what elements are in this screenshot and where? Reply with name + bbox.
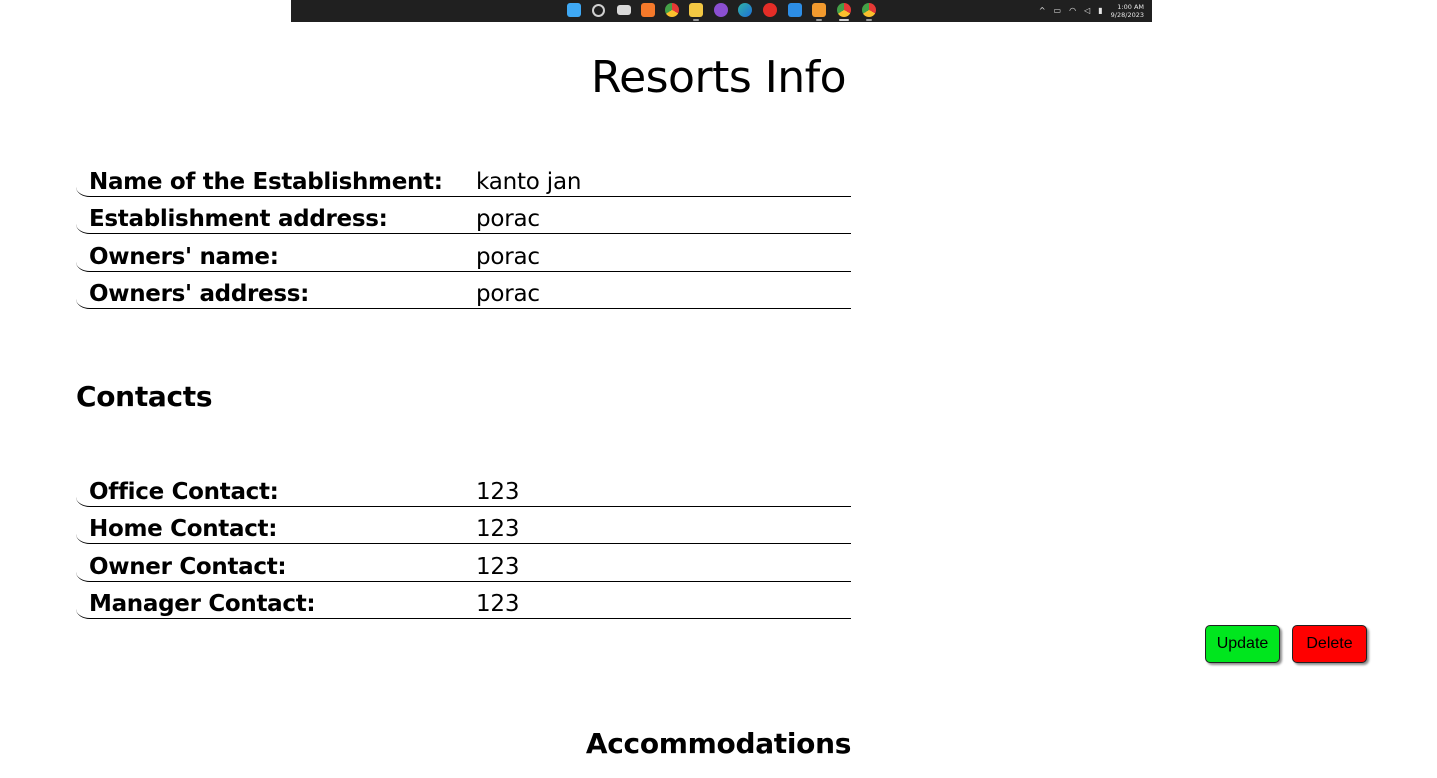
running-indicator — [693, 19, 699, 21]
contact-label: Owner Contact: — [89, 553, 287, 580]
volume-icon[interactable]: ◁ — [1084, 7, 1090, 15]
contact-row-office: Office Contact: 123 — [76, 469, 851, 507]
info-row-establishment-address: Establishment address: porac — [76, 197, 851, 234]
info-value: porac — [476, 206, 540, 232]
contact-label: Home Contact: — [89, 516, 278, 542]
info-label: Name of the Establishment: — [89, 168, 443, 195]
info-label: Owners' address: — [89, 281, 310, 307]
system-tray: ^ ▭ ◠ ◁ ▮ 1:00 AM 9/28/2023 — [1039, 0, 1144, 22]
info-row-establishment-name: Name of the Establishment: kanto jan — [76, 159, 851, 197]
clock-time: 1:00 AM — [1117, 3, 1144, 11]
update-button[interactable]: Update — [1205, 625, 1280, 663]
establishment-info: Name of the Establishment: kanto jan Est… — [76, 159, 851, 309]
info-value: kanto jan — [476, 168, 582, 195]
search-icon[interactable] — [592, 4, 605, 17]
accommodations-heading: Accommodations — [585, 727, 852, 760]
contact-value: 123 — [476, 591, 520, 617]
battery-icon[interactable]: ▮ — [1098, 7, 1102, 15]
wifi-icon[interactable]: ◠ — [1069, 7, 1076, 15]
contact-value: 123 — [476, 553, 520, 580]
info-label: Owners' name: — [89, 243, 279, 270]
contact-label: Office Contact: — [89, 478, 279, 505]
contacts-heading: Contacts — [76, 380, 213, 413]
running-indicator — [866, 19, 872, 21]
youtube-icon[interactable] — [763, 3, 777, 17]
running-indicator — [816, 19, 822, 21]
clock[interactable]: 1:00 AM 9/28/2023 — [1111, 3, 1144, 19]
chrome-alt-icon[interactable] — [862, 3, 876, 17]
info-row-owners-name: Owners' name: porac — [76, 234, 851, 272]
tb-start[interactable] — [567, 3, 581, 17]
xampp-icon[interactable] — [641, 3, 655, 17]
contacts-info: Office Contact: 123 Home Contact: 123 Ow… — [76, 469, 851, 619]
task-view-icon[interactable] — [617, 5, 631, 15]
chrome-icon[interactable] — [665, 3, 679, 17]
keyboard-icon[interactable]: ▭ — [1054, 7, 1062, 15]
chrome-profile-icon[interactable] — [837, 3, 851, 17]
windows-taskbar: ^ ▭ ◠ ◁ ▮ 1:00 AM 9/28/2023 — [291, 0, 1152, 22]
contact-row-home: Home Contact: 123 — [76, 507, 851, 544]
contact-row-owner: Owner Contact: 123 — [76, 544, 851, 582]
contact-value: 123 — [476, 516, 520, 542]
delete-button[interactable]: Delete — [1292, 625, 1367, 663]
info-value: porac — [476, 281, 540, 307]
vscode-icon[interactable] — [788, 3, 802, 17]
contact-label: Manager Contact: — [89, 591, 316, 617]
file-explorer-icon[interactable] — [689, 3, 703, 17]
contact-row-manager: Manager Contact: 123 — [76, 582, 851, 619]
edge-icon[interactable] — [738, 3, 752, 17]
info-row-owners-address: Owners' address: porac — [76, 272, 851, 309]
page-title: Resorts Info — [590, 52, 847, 103]
app-purple-icon[interactable] — [714, 3, 728, 17]
clock-date: 9/28/2023 — [1110, 11, 1144, 19]
info-label: Establishment address: — [89, 206, 388, 232]
sublime-icon[interactable] — [812, 3, 826, 17]
info-value: porac — [476, 243, 540, 270]
running-indicator — [839, 19, 849, 21]
chevron-up-icon[interactable]: ^ — [1039, 7, 1046, 15]
contact-value: 123 — [476, 478, 520, 505]
